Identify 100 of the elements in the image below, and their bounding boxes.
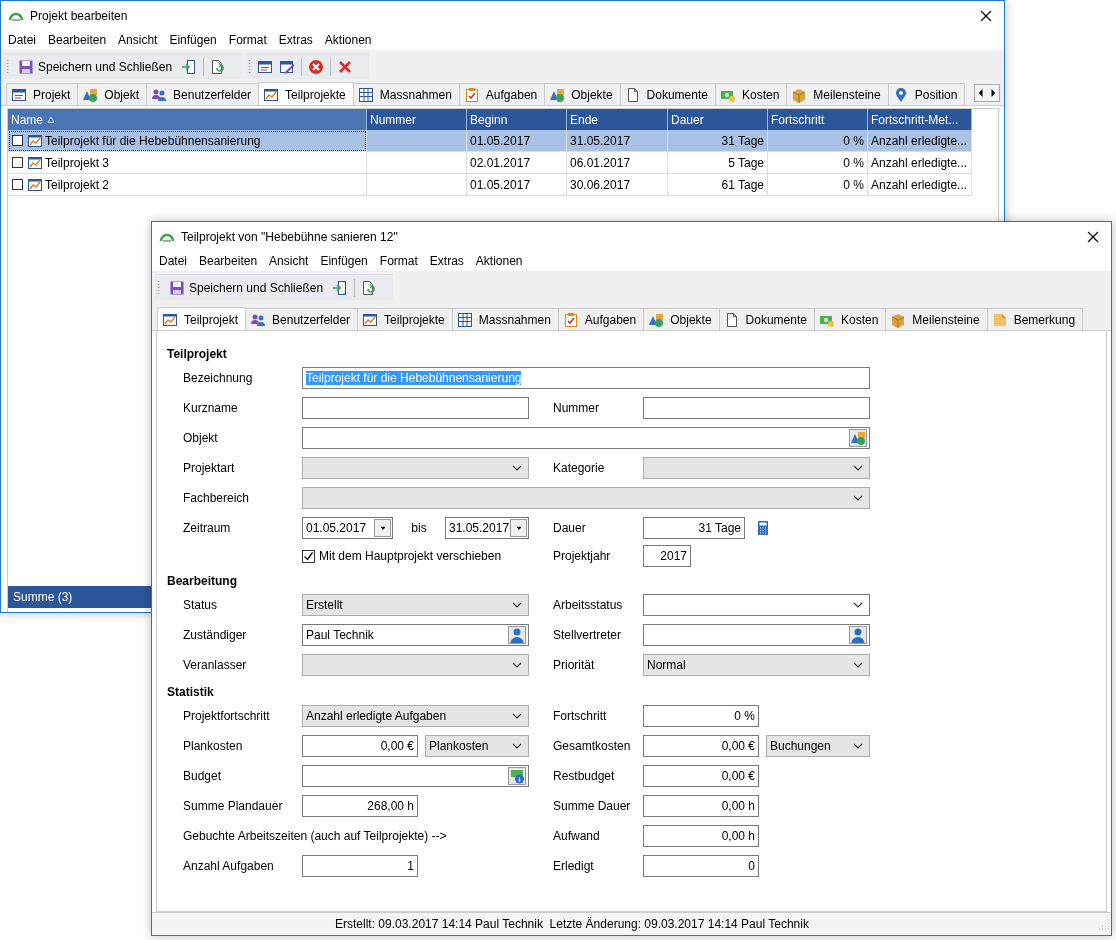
checkbox[interactable] xyxy=(12,179,23,190)
form-icon[interactable] xyxy=(257,58,274,75)
tab[interactable]: Objekte xyxy=(544,83,621,105)
dropdown[interactable]: Normal xyxy=(643,654,870,676)
number-field[interactable]: 0,00 € xyxy=(302,735,418,757)
picker-button[interactable] xyxy=(849,429,867,447)
exit-icon[interactable] xyxy=(332,279,349,296)
tab[interactable]: Dokumente xyxy=(619,83,716,105)
number-field[interactable]: 2017 xyxy=(643,545,691,567)
tab[interactable]: Aufgaben xyxy=(557,308,645,330)
clipboard-icon xyxy=(463,86,480,103)
tab[interactable]: Meilensteine xyxy=(885,308,988,330)
tab[interactable]: Kosten xyxy=(714,83,788,105)
refresh-document-icon[interactable] xyxy=(210,58,227,75)
exit-icon[interactable] xyxy=(181,58,198,75)
table-cell: 31.05.2017 xyxy=(570,133,631,148)
tab[interactable]: Teilprojekte xyxy=(357,308,453,330)
menu-item[interactable]: Bearbeiten xyxy=(193,254,264,268)
dropdown[interactable]: Plankosten xyxy=(425,735,529,757)
field-label: Aufwand xyxy=(553,829,601,843)
dropdown[interactable]: Anzahl erledigte Aufgaben xyxy=(302,705,529,727)
tab[interactable]: Teilprojekte xyxy=(258,82,354,105)
shapes-icon xyxy=(82,86,99,103)
column-header[interactable]: Ende xyxy=(567,109,668,130)
menu-item[interactable]: Bearbeiten xyxy=(42,33,113,47)
checkbox[interactable] xyxy=(302,549,315,563)
menu-item[interactable]: Datei xyxy=(153,254,193,268)
tab[interactable]: Massnahmen xyxy=(352,83,460,105)
menu-item[interactable]: Extras xyxy=(272,33,319,47)
number-field[interactable]: 0,00 h xyxy=(643,795,759,817)
column-header[interactable]: Fortschritt xyxy=(768,109,868,130)
section-title: Statistik xyxy=(167,685,214,699)
person-button[interactable] xyxy=(508,626,526,644)
menu-item[interactable]: Ansicht xyxy=(263,254,315,268)
tab[interactable]: Bemerkung xyxy=(986,308,1084,330)
number-field[interactable]: 0,00 € xyxy=(643,735,759,757)
column-header[interactable]: Fortschritt-Met... xyxy=(868,109,972,130)
number-field[interactable]: 31 Tage xyxy=(643,517,745,539)
checkbox-label: Mit dem Hauptprojekt verschieben xyxy=(319,549,502,563)
menu-item[interactable]: Extras xyxy=(423,254,470,268)
person-field[interactable]: Paul Technik xyxy=(302,624,529,646)
tab[interactable]: Massnahmen xyxy=(451,308,559,330)
column-header[interactable]: Name xyxy=(8,109,367,130)
field-label: bis xyxy=(411,521,427,535)
menu-item[interactable]: Einfügen xyxy=(163,33,223,47)
table-row[interactable]: Teilprojekt 2 01.05.2017 30.06.2017 61 Tage 0 % Anzahl erledigte... xyxy=(8,174,972,196)
field-label: Kategorie xyxy=(553,461,606,475)
dropdown[interactable] xyxy=(643,594,870,616)
field-label: Gesamtkosten xyxy=(553,739,632,753)
tab[interactable]: Projekt xyxy=(6,83,79,105)
menu-item[interactable]: Einfügen xyxy=(314,254,374,268)
field-label: Projektjahr xyxy=(553,549,612,563)
object-field[interactable] xyxy=(302,427,870,449)
tab[interactable]: Kosten xyxy=(813,308,887,330)
text-field[interactable] xyxy=(643,397,870,419)
checkbox[interactable] xyxy=(12,157,23,168)
number-field[interactable]: 1 xyxy=(302,855,418,877)
menu-item[interactable]: Ansicht xyxy=(112,33,164,47)
tab[interactable]: Objekte xyxy=(643,308,720,330)
budget-field[interactable] xyxy=(302,765,529,787)
cancel-icon[interactable] xyxy=(308,58,325,75)
delete-icon[interactable] xyxy=(337,58,354,75)
menu-item[interactable]: Format xyxy=(373,254,424,268)
save-icon xyxy=(18,58,34,75)
date-picker[interactable]: 01.05.2017 xyxy=(302,517,393,539)
table-row[interactable]: Teilprojekt für die Hebebühnensanierung 01.05.2017 31.05.2017 31 Tage 0 % Anzahl erledigte... xyxy=(8,130,972,152)
tab[interactable]: Meilensteine xyxy=(786,83,889,105)
column-header[interactable]: Nummer xyxy=(367,109,467,130)
tab[interactable]: Objekt xyxy=(77,83,148,105)
dropdown[interactable]: Erstellt xyxy=(302,594,529,616)
person-button[interactable] xyxy=(849,626,867,644)
grid-icon xyxy=(357,86,374,103)
refresh-document-icon[interactable] xyxy=(361,279,378,296)
menu-item[interactable]: Datei xyxy=(2,33,42,47)
column-header[interactable]: Beginn xyxy=(467,109,567,130)
edit-form-icon[interactable] xyxy=(279,58,296,75)
table-row[interactable]: Teilprojekt 3 02.01.2017 06.01.2017 5 Tage 0 % Anzahl erledigte... xyxy=(8,152,972,174)
date-picker[interactable]: 31.05.2017 xyxy=(445,517,529,539)
budget-button[interactable] xyxy=(508,767,526,785)
column-header[interactable]: Dauer xyxy=(668,109,768,130)
calculator-icon[interactable] xyxy=(755,520,771,536)
menu-item[interactable]: Aktionen xyxy=(469,254,529,268)
checkbox[interactable] xyxy=(12,135,23,146)
text-field[interactable] xyxy=(302,397,529,419)
tab[interactable]: Aufgaben xyxy=(458,83,546,105)
tab[interactable]: Position xyxy=(887,83,966,105)
tab[interactable]: Teilprojekt xyxy=(157,307,247,330)
number-field[interactable]: 0,00 h xyxy=(643,825,759,847)
number-field[interactable]: 0 xyxy=(643,855,759,877)
menu-item[interactable]: Aktionen xyxy=(318,33,378,47)
dropdown[interactable]: Buchungen xyxy=(766,735,870,757)
field-label: Fachbereich xyxy=(183,491,251,505)
number-field[interactable]: 0,00 € xyxy=(643,765,759,787)
person-field[interactable] xyxy=(643,624,870,646)
tab[interactable]: Dokumente xyxy=(718,308,815,330)
number-field[interactable]: 0 % xyxy=(643,705,759,727)
person-icon xyxy=(850,627,866,643)
menu-item[interactable]: Format xyxy=(222,33,273,47)
number-field[interactable]: 268,00 h xyxy=(302,795,418,817)
table-cell: 01.05.2017 xyxy=(470,177,531,192)
